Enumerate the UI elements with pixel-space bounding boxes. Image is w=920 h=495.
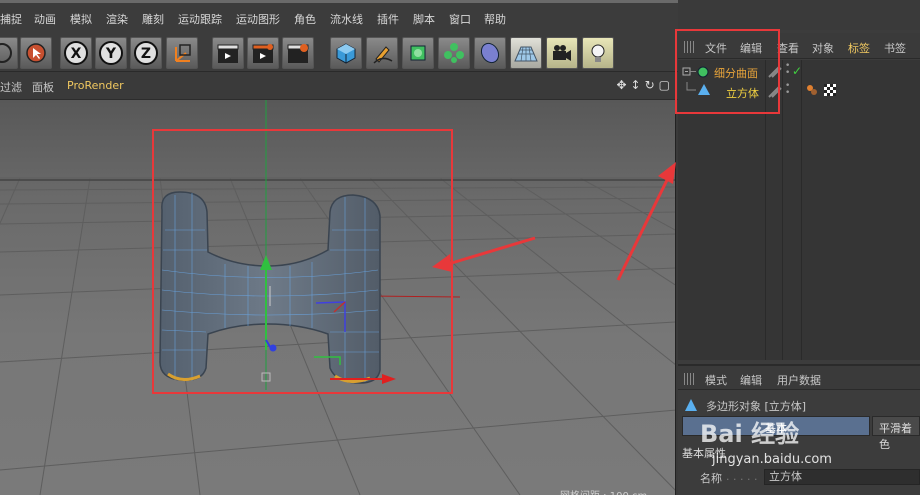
y-axis-icon: Y — [99, 41, 123, 65]
cube-icon — [336, 43, 356, 64]
enabled-check-icon[interactable]: ✓ — [792, 64, 802, 78]
material-tag-icon[interactable] — [806, 84, 820, 96]
attr-mode[interactable]: 模式 — [705, 372, 727, 388]
menu-character[interactable]: 角色 — [294, 11, 316, 27]
cloner-icon — [444, 43, 464, 63]
main-toolbar: X Y Z — [0, 36, 678, 72]
menu-snap[interactable]: 捕捉 — [0, 11, 22, 27]
object-type-label: 多边形对象 [立方体] — [706, 400, 807, 413]
watermark-brand: Bai 经验 — [700, 420, 800, 448]
baidu-watermark: Bai 经验 jingyan.baidu.com — [700, 414, 910, 474]
render-settings-button[interactable] — [282, 37, 314, 69]
menu-mograph[interactable]: 运动图形 — [236, 11, 280, 27]
coordinate-axes-icon — [175, 44, 191, 62]
cursor-icon — [26, 43, 46, 63]
menu-bar: 捕捉 动画 模拟 渲染 雕刻 运动跟踪 运动图形 角色 流水线 插件 脚本 窗口… — [0, 0, 678, 36]
z-axis-icon: Z — [134, 41, 158, 65]
deformer-icon — [480, 42, 500, 64]
coordinate-system-button[interactable] — [166, 37, 198, 69]
viewbar-panel[interactable]: 面板 — [32, 79, 54, 95]
x-axis-icon: X — [64, 41, 88, 65]
objmgr-tags[interactable]: 标签 — [848, 40, 870, 56]
menu-pipeline[interactable]: 流水线 — [330, 11, 363, 27]
lock-x-button[interactable]: X — [60, 37, 92, 69]
svg-text:Y: Y — [105, 46, 117, 62]
menu-render[interactable]: 渲染 — [106, 11, 128, 27]
menu-window[interactable]: 窗口 — [449, 11, 471, 27]
texture-tag-icon[interactable] — [824, 84, 836, 96]
viewport-nav-icons: ✥ ↕ ↻ ▢ — [616, 78, 670, 92]
clapper-render-icon — [252, 44, 274, 63]
menu-simulate[interactable]: 模拟 — [70, 11, 92, 27]
menu-animate[interactable]: 动画 — [34, 11, 56, 27]
menu-motion-tracking[interactable]: 运动跟踪 — [178, 11, 222, 27]
floor-button[interactable] — [510, 37, 542, 69]
floor-grid-icon — [514, 46, 538, 62]
attr-edit[interactable]: 编辑 — [740, 372, 762, 388]
panel-grip-icon[interactable] — [684, 373, 696, 385]
polygon-object-icon — [685, 399, 697, 411]
visibility-dots-icon[interactable]: • • — [785, 62, 790, 78]
svg-text:Z: Z — [141, 46, 151, 62]
menu-sculpt[interactable]: 雕刻 — [142, 11, 164, 27]
light-button[interactable] — [582, 37, 614, 69]
lock-z-button[interactable]: Z — [130, 37, 162, 69]
subdivision-surface-button[interactable] — [402, 37, 434, 69]
menu-help[interactable]: 帮助 — [484, 11, 506, 27]
render-to-picture-viewer-button[interactable] — [247, 37, 279, 69]
objmgr-bookmarks[interactable]: 书签 — [884, 40, 906, 56]
select-tool-button[interactable] — [20, 37, 52, 69]
lock-y-button[interactable]: Y — [95, 37, 127, 69]
pen-spline-button[interactable] — [366, 37, 398, 69]
attribute-manager-menu: 模式 编辑 用户数据 — [678, 364, 920, 390]
subdivision-icon — [410, 45, 426, 61]
render-view-button[interactable] — [212, 37, 244, 69]
maximize-view-icon[interactable]: ▢ — [659, 78, 670, 92]
objmgr-view[interactable]: 查看 — [777, 40, 799, 56]
clapper-gear-icon — [287, 44, 309, 63]
objmgr-objects[interactable]: 对象 — [812, 40, 834, 56]
viewport-menu-bar: 过滤 面板 ProRender ✥ ↕ ↻ ▢ — [0, 73, 678, 100]
pen-icon — [373, 46, 393, 64]
menu-plugins[interactable]: 插件 — [377, 11, 399, 27]
dolly-icon[interactable]: ↕ — [631, 78, 641, 92]
visibility-dots-icon[interactable]: • • — [785, 82, 790, 98]
clapper-icon — [217, 44, 239, 63]
watermark-url: jingyan.baidu.com — [712, 452, 832, 467]
rotate-tool-button[interactable] — [0, 37, 18, 69]
grid-spacing-status: 网格间距 : 100 cm — [560, 487, 647, 495]
deformer-button[interactable] — [474, 37, 506, 69]
highlight-box-object — [152, 129, 453, 394]
menu-script[interactable]: 脚本 — [413, 11, 435, 27]
viewbar-prorender[interactable]: ProRender — [67, 79, 124, 92]
rotate-icon — [0, 43, 12, 63]
cloner-button[interactable] — [438, 37, 470, 69]
camera-button[interactable] — [546, 37, 578, 69]
pan-icon[interactable]: ✥ — [616, 78, 626, 92]
viewbar-filter[interactable]: 过滤 — [0, 79, 22, 95]
cube-primitive-button[interactable] — [330, 37, 362, 69]
light-bulb-icon — [591, 44, 605, 62]
svg-text:X: X — [71, 46, 82, 62]
camera-icon — [553, 45, 571, 61]
highlight-box-objlist — [675, 29, 780, 114]
attr-user-data[interactable]: 用户数据 — [777, 372, 821, 388]
orbit-icon[interactable]: ↻ — [645, 78, 655, 92]
